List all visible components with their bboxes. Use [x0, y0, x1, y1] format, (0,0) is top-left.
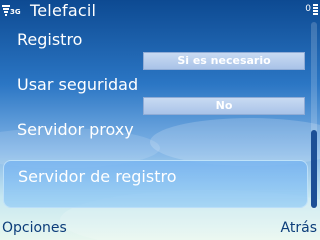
settings-screen: 3G Telefacil 0 Registro Si es necesario … [0, 0, 320, 240]
setting-value-usar-seguridad[interactable]: No [143, 97, 305, 115]
setting-label-registro[interactable]: Registro [17, 30, 82, 49]
softkey-bar: Opciones Atrás [0, 216, 320, 240]
battery-icon [313, 4, 318, 15]
back-softkey[interactable]: Atrás [281, 220, 317, 236]
battery-level: 0 [305, 4, 311, 14]
signal-strength-icon [2, 5, 10, 16]
scrollbar[interactable] [311, 22, 317, 210]
setting-value-registro[interactable]: Si es necesario [143, 52, 305, 70]
options-softkey[interactable]: Opciones [2, 220, 67, 236]
setting-label-servidor-proxy[interactable]: Servidor proxy [17, 120, 134, 139]
title-bar: 3G Telefacil 0 [0, 0, 320, 22]
setting-label-usar-seguridad[interactable]: Usar seguridad [17, 75, 138, 94]
window-title: Telefacil [30, 1, 97, 20]
background-wave [150, 118, 320, 166]
network-type: 3G [10, 8, 21, 16]
scrollbar-thumb[interactable] [311, 130, 317, 208]
setting-label-servidor-de-registro: Servidor de registro [18, 167, 177, 186]
selected-list-item[interactable]: Servidor de registro [3, 160, 308, 208]
